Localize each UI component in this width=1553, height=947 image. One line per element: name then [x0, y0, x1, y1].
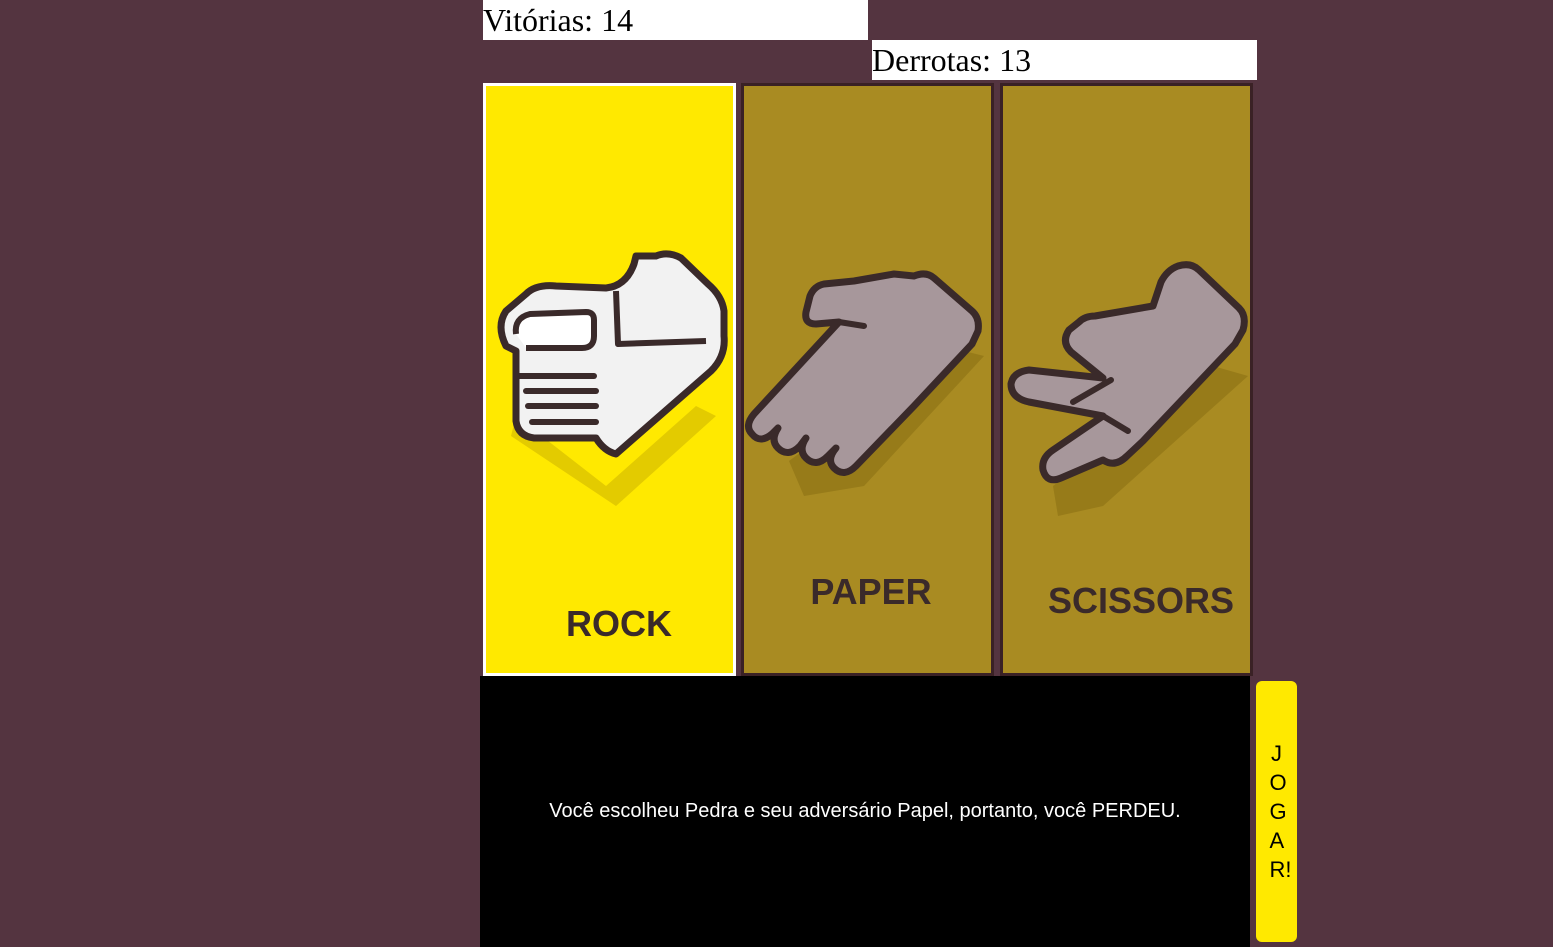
choice-label-rock: ROCK — [566, 603, 672, 644]
wins-counter: Vitórias: 14 — [483, 0, 868, 40]
choice-card-rock[interactable]: ROCK — [483, 83, 736, 676]
play-button[interactable]: JOGAR! — [1256, 681, 1297, 942]
choice-card-scissors[interactable]: SCISSORS — [1000, 83, 1253, 676]
fist-icon: ROCK — [497, 250, 728, 644]
choice-label-paper: PAPER — [810, 571, 931, 612]
scissors-hand-icon: SCISSORS — [1007, 261, 1248, 621]
result-panel: Você escolheu Pedra e seu adversário Pap… — [480, 676, 1250, 947]
choice-card-paper[interactable]: PAPER — [741, 83, 994, 676]
result-message: Você escolheu Pedra e seu adversário Pap… — [549, 800, 1181, 822]
losses-counter: Derrotas: 13 — [872, 40, 1257, 80]
choice-label-scissors: SCISSORS — [1048, 580, 1234, 621]
open-hand-icon: PAPER — [745, 270, 984, 612]
play-button-label: JOGAR! — [1269, 741, 1292, 882]
